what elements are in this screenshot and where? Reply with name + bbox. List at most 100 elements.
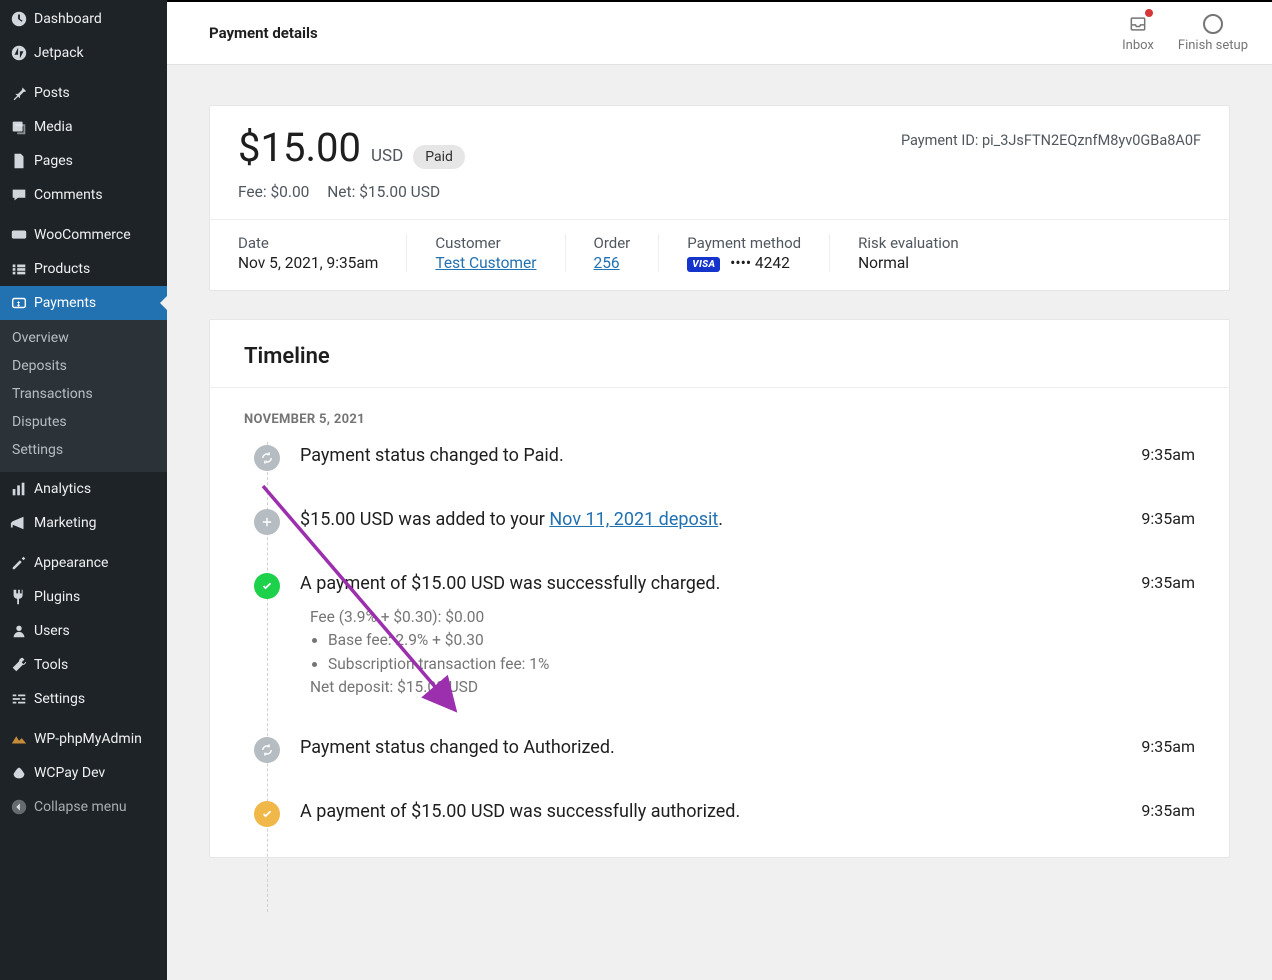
sidebar-sub-overview[interactable]: Overview <box>0 324 167 352</box>
timeline-text: A payment of $15.00 USD was successfully… <box>300 573 1121 594</box>
timeline-text: A payment of $15.00 USD was successfully… <box>300 801 1121 822</box>
sidebar-item-label: Tools <box>34 657 157 673</box>
pages-icon <box>10 152 34 170</box>
sidebar-item-plugins[interactable]: Plugins <box>0 580 167 614</box>
sidebar-item-comments[interactable]: Comments <box>0 178 167 212</box>
order-link[interactable]: 256 <box>594 254 620 272</box>
sidebar-item-label: Payments <box>34 295 157 311</box>
sidebar-item-media[interactable]: Media <box>0 110 167 144</box>
sidebar-item-wcpaydev[interactable]: WCPay Dev <box>0 756 167 790</box>
payment-summary-card: $15.00 USD Paid Fee: $0.00 Net: $15.00 U… <box>209 105 1230 291</box>
pin-icon <box>10 84 34 102</box>
payment-method-value: VISA •••• 4242 <box>687 254 801 272</box>
sidebar-item-tools[interactable]: Tools <box>0 648 167 682</box>
timeline-card: Timeline NOVEMBER 5, 2021 Payment status… <box>209 319 1230 858</box>
deposit-link[interactable]: Nov 11, 2021 deposit <box>549 509 718 530</box>
phpmyadmin-icon <box>10 730 34 748</box>
payment-amount: $15.00 <box>238 128 361 168</box>
timeline-item: A payment of $15.00 USD was successfully… <box>244 573 1195 699</box>
sidebar-sub-transactions[interactable]: Transactions <box>0 380 167 408</box>
timeline-text: Payment status changed to Authorized. <box>300 737 1121 758</box>
jetpack-icon <box>10 44 34 62</box>
dashboard-icon <box>10 10 34 28</box>
comments-icon <box>10 186 34 204</box>
check-icon <box>254 801 280 827</box>
topbar: Payment details Inbox Finish setup <box>167 2 1272 65</box>
payment-id: Payment ID: pi_3JsFTN2EQznfM8yv0GBa8A0F <box>901 132 1201 149</box>
sidebar-item-label: Dashboard <box>34 11 157 27</box>
sidebar-collapse[interactable]: Collapse menu <box>0 790 167 824</box>
sidebar-item-label: Analytics <box>34 481 157 497</box>
sidebar-item-label: WCPay Dev <box>34 765 157 781</box>
timeline-fee-details: Fee (3.9% + $0.30): $0.00 Base fee: 2.9%… <box>310 606 1121 699</box>
main-area: Payment details Inbox Finish setup $15.0… <box>167 0 1272 980</box>
sidebar-item-settings[interactable]: Settings <box>0 682 167 716</box>
sync-icon <box>254 737 280 763</box>
timeline-time: 9:35am <box>1141 509 1195 528</box>
payments-icon <box>10 294 34 312</box>
sidebar-item-products[interactable]: Products <box>0 252 167 286</box>
notification-dot-icon <box>1145 9 1153 17</box>
sidebar-item-label: Appearance <box>34 555 157 571</box>
users-icon <box>10 622 34 640</box>
sidebar-item-label: Products <box>34 261 157 277</box>
status-badge: Paid <box>413 145 465 169</box>
sidebar-sub-deposits[interactable]: Deposits <box>0 352 167 380</box>
net-label: Net: $15.00 USD <box>327 183 440 201</box>
sidebar-item-pages[interactable]: Pages <box>0 144 167 178</box>
timeline-time: 9:35am <box>1141 737 1195 756</box>
timeline-item: Payment status changed to Authorized. 9:… <box>244 737 1195 763</box>
finish-setup-button[interactable]: Finish setup <box>1178 13 1248 53</box>
timeline-item: A payment of $15.00 USD was successfully… <box>244 801 1195 827</box>
plugins-icon <box>10 588 34 606</box>
sidebar-item-label: Media <box>34 119 157 135</box>
sidebar-sub-disputes[interactable]: Disputes <box>0 408 167 436</box>
marketing-icon <box>10 514 34 532</box>
payment-method-label: Payment method <box>687 234 801 252</box>
sidebar-item-label: Pages <box>34 153 157 169</box>
woo-icon <box>10 226 34 244</box>
sidebar-submenu-payments: Overview Deposits Transactions Disputes … <box>0 320 167 472</box>
sidebar-sub-settings[interactable]: Settings <box>0 436 167 464</box>
sidebar-item-label: Marketing <box>34 515 157 531</box>
timeline-text: Payment status changed to Paid. <box>300 445 1121 466</box>
sidebar-item-phpmyadmin[interactable]: WP-phpMyAdmin <box>0 722 167 756</box>
analytics-icon <box>10 480 34 498</box>
sidebar-item-label: Comments <box>34 187 157 203</box>
tools-icon <box>10 656 34 674</box>
visa-icon: VISA <box>687 257 720 272</box>
timeline-time: 9:35am <box>1141 573 1195 592</box>
sidebar-item-label: WP-phpMyAdmin <box>34 731 157 747</box>
inbox-label: Inbox <box>1122 38 1154 53</box>
inbox-button[interactable]: Inbox <box>1122 13 1154 53</box>
timeline-text: $15.00 USD was added to your Nov 11, 202… <box>300 509 1121 530</box>
sidebar-item-dashboard[interactable]: Dashboard <box>0 2 167 36</box>
timeline-date-group: NOVEMBER 5, 2021 <box>244 412 1195 427</box>
date-value: Nov 5, 2021, 9:35am <box>238 254 378 272</box>
timeline-time: 9:35am <box>1141 445 1195 464</box>
sidebar-item-jetpack[interactable]: Jetpack <box>0 36 167 70</box>
sidebar-item-analytics[interactable]: Analytics <box>0 472 167 506</box>
timeline-heading: Timeline <box>210 320 1229 387</box>
sidebar-item-label: WooCommerce <box>34 227 157 243</box>
timeline-time: 9:35am <box>1141 801 1195 820</box>
customer-link[interactable]: Test Customer <box>435 254 536 272</box>
sidebar-item-marketing[interactable]: Marketing <box>0 506 167 540</box>
timeline-item: Payment status changed to Paid. 9:35am <box>244 445 1195 471</box>
payment-currency: USD <box>371 146 403 166</box>
sidebar-item-users[interactable]: Users <box>0 614 167 648</box>
content-scroll[interactable]: $15.00 USD Paid Fee: $0.00 Net: $15.00 U… <box>167 65 1272 980</box>
check-icon <box>254 573 280 599</box>
sidebar-item-payments[interactable]: Payments <box>0 286 167 320</box>
risk-value: Normal <box>858 254 959 272</box>
sidebar-collapse-label: Collapse menu <box>34 799 157 815</box>
sidebar-item-appearance[interactable]: Appearance <box>0 546 167 580</box>
sync-icon <box>254 445 280 471</box>
sidebar-item-label: Posts <box>34 85 157 101</box>
timeline-item: $15.00 USD was added to your Nov 11, 202… <box>244 509 1195 535</box>
finish-setup-label: Finish setup <box>1178 38 1248 53</box>
plus-icon <box>254 509 280 535</box>
sidebar-item-posts[interactable]: Posts <box>0 76 167 110</box>
sidebar-item-woocommerce[interactable]: WooCommerce <box>0 218 167 252</box>
sidebar-item-label: Jetpack <box>34 45 157 61</box>
